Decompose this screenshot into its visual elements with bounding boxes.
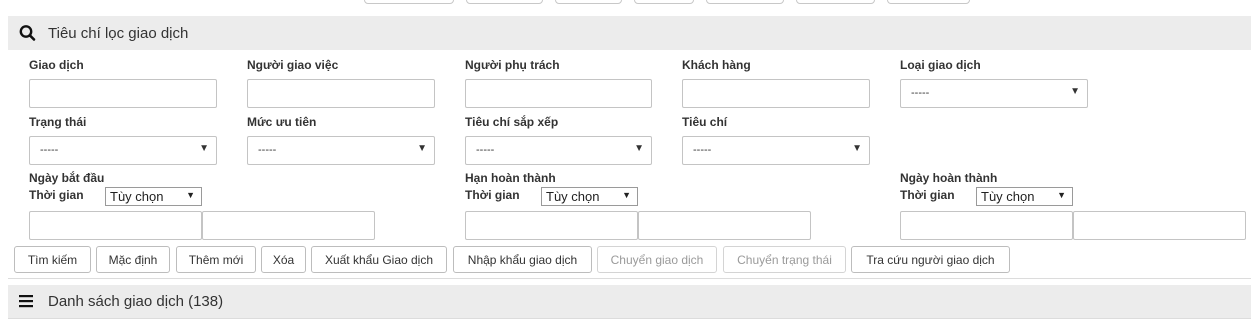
han-hoan-thanh-from-input[interactable] — [465, 211, 638, 240]
label-nguoi-giao-viec: Người giao việc — [247, 58, 339, 72]
top-toolbar-button[interactable] — [796, 0, 875, 4]
search-button[interactable]: Tìm kiếm — [14, 246, 91, 273]
delete-button[interactable]: Xóa — [261, 246, 306, 273]
loai-giao-dich-select[interactable]: ----- ▼ — [900, 79, 1088, 108]
label-khach-hang: Khách hàng — [682, 58, 751, 72]
transfer-transaction-button[interactable]: Chuyển giao dịch — [597, 246, 717, 273]
nguoi-phu-trach-input[interactable] — [465, 79, 652, 108]
import-button[interactable]: Nhập khẩu giao dịch — [453, 246, 592, 273]
top-toolbar-button[interactable] — [706, 0, 784, 4]
select-value: ----- — [258, 144, 277, 156]
label-thoi-gian: Thời gian — [900, 188, 955, 202]
tieu-chi-select[interactable]: ----- ▼ — [682, 136, 870, 165]
label-ngay-bat-dau: Ngày bắt đầu — [29, 171, 105, 185]
select-value: Tùy chọn — [981, 189, 1035, 204]
select-value: ----- — [476, 144, 495, 156]
lookup-person-button[interactable]: Tra cứu người giao dịch — [851, 246, 1010, 273]
label-loai-giao-dich: Loại giao dịch — [900, 58, 981, 72]
label-thoi-gian: Thời gian — [29, 188, 84, 202]
default-button[interactable]: Mặc định — [96, 246, 170, 273]
filter-panel-title: Tiêu chí lọc giao dịch — [48, 24, 189, 42]
menu-icon — [18, 293, 40, 311]
list-panel-title: Danh sách giao dịch (138) — [48, 293, 224, 310]
top-toolbar-button[interactable] — [364, 0, 454, 4]
khach-hang-input[interactable] — [682, 79, 870, 108]
divider — [8, 278, 1251, 279]
giao-dich-input[interactable] — [29, 79, 217, 108]
select-value: ----- — [40, 144, 59, 156]
label-han-hoan-thanh: Hạn hoàn thành — [465, 171, 556, 185]
top-toolbar-button[interactable] — [634, 0, 694, 4]
top-toolbar-button[interactable] — [466, 0, 543, 4]
nguoi-giao-viec-input[interactable] — [247, 79, 435, 108]
label-trang-thai: Trạng thái — [29, 115, 87, 129]
change-status-button[interactable]: Chuyển trạng thái — [723, 246, 846, 273]
caret-down-icon: ▼ — [634, 143, 644, 154]
muc-uu-tien-select[interactable]: ----- ▼ — [247, 136, 435, 165]
caret-down-icon: ▼ — [186, 190, 195, 200]
caret-down-icon: ▼ — [1070, 86, 1080, 97]
top-toolbar-button[interactable] — [555, 0, 622, 4]
select-value: Tùy chọn — [110, 189, 164, 204]
add-new-button[interactable]: Thêm mới — [176, 246, 256, 273]
filter-panel-header: Tiêu chí lọc giao dịch — [8, 16, 1251, 50]
label-muc-uu-tien: Mức ưu tiên — [247, 115, 317, 129]
ngay-hoan-thanh-to-input[interactable] — [1073, 211, 1246, 240]
label-tieu-chi: Tiêu chí — [682, 115, 728, 129]
top-toolbar-button[interactable] — [887, 0, 970, 4]
select-value: ----- — [911, 87, 930, 99]
select-value: ----- — [693, 144, 712, 156]
label-giao-dich: Giao dịch — [29, 58, 84, 72]
label-nguoi-phu-trach: Người phụ trách — [465, 58, 560, 72]
label-thoi-gian: Thời gian — [465, 188, 520, 202]
han-hoan-thanh-range-select[interactable]: Tùy chọn ▼ — [541, 187, 638, 206]
caret-down-icon: ▼ — [417, 143, 427, 154]
caret-down-icon: ▼ — [622, 190, 631, 200]
tieu-chi-sap-xep-select[interactable]: ----- ▼ — [465, 136, 652, 165]
ngay-hoan-thanh-range-select[interactable]: Tùy chọn ▼ — [976, 187, 1073, 206]
ngay-bat-dau-range-select[interactable]: Tùy chọn ▼ — [105, 187, 202, 206]
select-value: Tùy chọn — [546, 189, 600, 204]
label-ngay-hoan-thanh: Ngày hoàn thành — [900, 171, 998, 185]
divider — [8, 318, 1251, 319]
trang-thai-select[interactable]: ----- ▼ — [29, 136, 217, 165]
caret-down-icon: ▼ — [199, 143, 209, 154]
ngay-bat-dau-to-input[interactable] — [202, 211, 375, 240]
list-panel-header: Danh sách giao dịch (138) — [8, 285, 1251, 318]
caret-down-icon: ▼ — [1057, 190, 1066, 200]
han-hoan-thanh-to-input[interactable] — [638, 211, 811, 240]
export-button[interactable]: Xuất khẩu Giao dịch — [311, 246, 447, 273]
ngay-hoan-thanh-from-input[interactable] — [900, 211, 1073, 240]
search-icon — [18, 24, 40, 42]
ngay-bat-dau-from-input[interactable] — [29, 211, 202, 240]
caret-down-icon: ▼ — [852, 143, 862, 154]
label-tieu-chi-sap-xep: Tiêu chí sắp xếp — [465, 115, 559, 129]
